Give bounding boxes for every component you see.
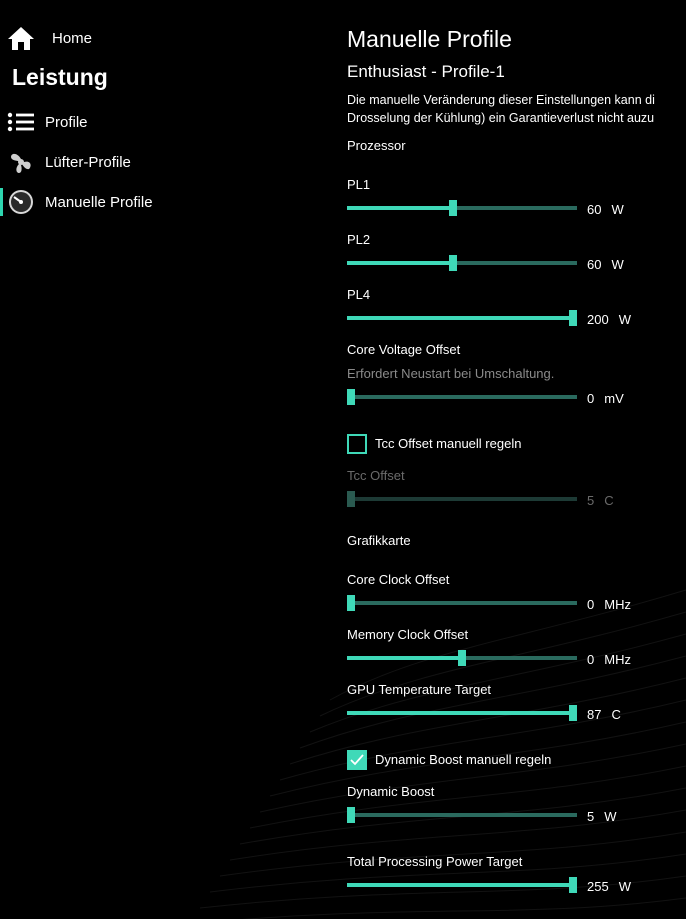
pl1-slider[interactable]: [347, 200, 577, 216]
core-clock-value: 0 MHz: [587, 597, 631, 612]
slider-track: [347, 497, 577, 501]
section-title: Leistung: [12, 64, 108, 90]
total-power-slider[interactable]: [347, 877, 577, 893]
sidebar-item-label: Profile: [45, 113, 88, 131]
active-indicator: [0, 188, 3, 216]
dynamic-boost-checkbox-label: Dynamic Boost manuell regeln: [375, 752, 552, 767]
slider-thumb[interactable]: [569, 310, 577, 326]
core-voltage-note: Erfordert Neustart bei Umschaltung.: [347, 366, 555, 381]
speedometer-icon: [6, 187, 36, 217]
core-clock-label: Core Clock Offset: [347, 572, 450, 587]
home-icon: [6, 23, 36, 53]
pl1-label: PL1: [347, 177, 371, 192]
nav-home[interactable]: Home: [6, 20, 92, 56]
tcc-offset-value: 5C: [587, 493, 614, 508]
slider-thumb[interactable]: [347, 807, 355, 823]
memory-clock-label: Memory Clock Offset: [347, 627, 469, 642]
dynamic-boost-label: Dynamic Boost: [347, 784, 435, 799]
slider-thumb[interactable]: [449, 255, 457, 271]
sidebar-item-label: Lüfter-Profile: [45, 153, 131, 171]
sidebar-item-label: Manuelle Profile: [45, 193, 153, 211]
slider-track: [347, 813, 577, 817]
pl2-slider[interactable]: [347, 255, 577, 271]
slider-fill: [347, 206, 453, 210]
list-icon: [6, 107, 36, 137]
slider-thumb[interactable]: [347, 595, 355, 611]
pl2-value: 60 W: [587, 257, 624, 272]
page-title: Manuelle Profile: [347, 26, 512, 52]
checkmark-icon: [350, 754, 364, 766]
total-power-value: 255 W: [587, 879, 631, 894]
tcc-offset-label: Tcc Offset: [347, 468, 405, 483]
slider-thumb: [347, 491, 355, 507]
pl4-value: 200 W: [587, 312, 631, 327]
slider-thumb[interactable]: [347, 389, 355, 405]
sidebar-item-profile[interactable]: Profile: [6, 104, 88, 140]
processor-heading: Prozessor: [347, 138, 406, 153]
warning-line-1: Die manuelle Veränderung dieser Einstell…: [347, 93, 655, 107]
slider-thumb[interactable]: [569, 877, 577, 893]
sidebar-item-manual-profiles[interactable]: Manuelle Profile: [6, 184, 153, 220]
warning-text: Die manuelle Veränderung dieser Einstell…: [347, 91, 686, 127]
tcc-offset-checkbox-label: Tcc Offset manuell regeln: [375, 436, 522, 451]
memory-clock-slider[interactable]: [347, 650, 577, 666]
pl4-slider[interactable]: [347, 310, 577, 326]
dynamic-boost-checkbox[interactable]: [347, 750, 367, 770]
pl1-value: 60 W: [587, 202, 624, 217]
tcc-offset-checkbox[interactable]: [347, 434, 367, 454]
home-label: Home: [52, 29, 93, 47]
gpu-temp-value: 87 C: [587, 707, 621, 722]
slider-fill: [347, 261, 453, 265]
sidebar-item-fan-profiles[interactable]: Lüfter-Profile: [6, 144, 131, 180]
core-clock-slider[interactable]: [347, 595, 577, 611]
gpu-heading: Grafikkarte: [347, 533, 411, 548]
warning-line-2: Drosselung der Kühlung) ein Garantieverl…: [347, 111, 655, 125]
fan-icon: [6, 147, 36, 177]
background-waves: [199, 589, 686, 919]
dynamic-boost-slider[interactable]: [347, 807, 577, 823]
dynamic-boost-value: 5W: [587, 809, 617, 824]
slider-thumb[interactable]: [569, 705, 577, 721]
slider-thumb[interactable]: [458, 650, 466, 666]
core-voltage-slider[interactable]: [347, 389, 577, 405]
slider-fill: [347, 711, 573, 715]
slider-fill: [347, 316, 573, 320]
profile-subtitle: Enthusiast - Profile-1: [347, 62, 505, 81]
slider-thumb[interactable]: [449, 200, 457, 216]
pl2-label: PL2: [347, 232, 371, 247]
core-voltage-label: Core Voltage Offset: [347, 342, 461, 357]
gpu-temp-label: GPU Temperature Target: [347, 682, 492, 697]
pl4-label: PL4: [347, 287, 371, 302]
slider-fill: [347, 883, 573, 887]
gpu-temp-slider[interactable]: [347, 705, 577, 721]
slider-track: [347, 601, 577, 605]
memory-clock-value: 0 MHz: [587, 652, 631, 667]
slider-fill: [347, 656, 462, 660]
total-power-label: Total Processing Power Target: [347, 854, 523, 869]
core-voltage-value: 0 mV: [587, 391, 624, 406]
tcc-offset-slider: [347, 491, 577, 507]
slider-track: [347, 395, 577, 399]
